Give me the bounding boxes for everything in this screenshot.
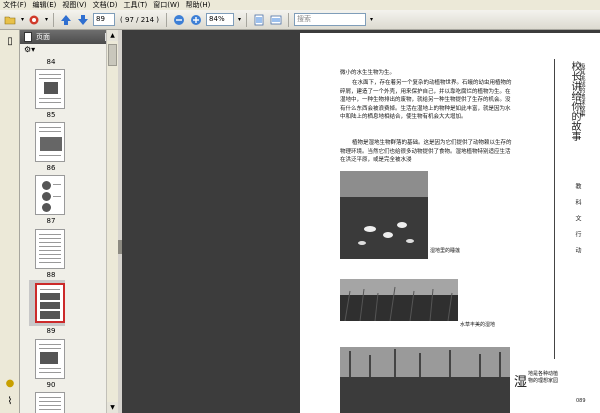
thumbnail-list: 84 85 86 87 88 89 90 (20, 56, 106, 413)
page-text-paragraph: 在水面下，存在着另一个复杂的动植物世界。石蛾的幼虫用植物的碎屑，建造了一个外壳，… (340, 80, 512, 120)
options-icon[interactable]: ⚙▾ (24, 45, 35, 54)
photo-wetland-forest (340, 347, 510, 413)
page-thumbnail[interactable] (35, 69, 65, 109)
thumbnail-label: 89 (46, 327, 56, 335)
scroll-down-icon[interactable]: ▼ (107, 402, 118, 413)
caption-initial: 湿 (514, 375, 528, 390)
document-viewer[interactable]: 微小的水生生物为生。 在水面下，存在着另一个复杂的动植物世界。石蛾的幼虫用植物的… (122, 30, 600, 413)
fit-page-icon (254, 14, 264, 25)
toolbar: ▾ ▾ 89 ( 97 / 214 ) 84% ▾ 搜索 ▾ (0, 10, 600, 30)
pages-panel-header: 页面 « (20, 30, 117, 44)
zoom-in-icon (191, 14, 202, 25)
comments-icon[interactable]: ● (4, 378, 16, 390)
zoom-in-button[interactable] (189, 13, 203, 27)
page-thumbnail[interactable] (35, 175, 65, 215)
panel-options[interactable]: ⚙▾ (20, 44, 117, 56)
photo-caption: 湿地里的睡莲 (430, 248, 461, 254)
fit-width-icon (270, 15, 282, 24)
chevron-down-icon[interactable]: ▾ (370, 16, 373, 23)
toolbar-separator (166, 12, 168, 27)
thumbnail-scrollbar[interactable]: ▲ ▼ (106, 30, 118, 413)
photo-caption: 水草丰美的湿地 (460, 322, 496, 328)
menu-window[interactable]: 窗口(W) (153, 0, 179, 10)
navigation-strip: ▯ ● ⌇ (0, 30, 20, 413)
thumbnail-label: 84 (46, 58, 56, 66)
thumbnail-label: 88 (46, 271, 56, 279)
zoom-level-input[interactable]: 84% (206, 13, 235, 26)
thumbnail-label: 90 (46, 381, 56, 389)
zoom-out-button[interactable] (172, 13, 186, 27)
menu-tools[interactable]: 工具(T) (124, 0, 148, 10)
pages-panel-title: 页面 (36, 33, 50, 41)
thumbnail-label: 85 (46, 111, 56, 119)
menu-view[interactable]: 视图(V) (62, 0, 86, 10)
fit-width-button[interactable] (269, 13, 283, 27)
water-lilies-image (340, 171, 428, 259)
page-thumbnail[interactable] (35, 392, 65, 413)
page-text-paragraph: 植物是湿地生物群落的基础。这是因为它们提供了动物赖以生存的物理环境。当然它们也给… (340, 140, 512, 163)
thumbnail-label: 87 (46, 217, 56, 225)
vertical-section-label: 教科文行动 (574, 183, 581, 263)
wetland-grass-image (340, 279, 458, 321)
page-thumbnail[interactable] (35, 229, 65, 269)
fit-page-button[interactable] (252, 13, 266, 27)
toolbar-separator (53, 12, 55, 27)
page-icon (24, 32, 32, 42)
page-thumbnail[interactable] (35, 339, 65, 379)
photo-water-lilies (340, 171, 428, 259)
toolbar-separator (288, 12, 290, 27)
arrow-up-icon (61, 14, 72, 25)
page-total: ( 97 / 214 ) (120, 15, 160, 24)
menu-document[interactable]: 文档(D) (93, 0, 118, 10)
create-pdf-button[interactable] (27, 13, 41, 27)
chevron-down-icon[interactable]: ▾ (21, 16, 24, 23)
page-text-paragraph: 微小的水生生物为生。 (340, 70, 396, 76)
scrollbar-thumb[interactable] (108, 44, 117, 66)
photo-wetland-grass (340, 279, 458, 321)
page-number-input[interactable]: 89 (93, 13, 116, 26)
pages-panel: 页面 « ⚙▾ 84 85 86 87 (20, 30, 118, 413)
thumbnail-label: 86 (46, 164, 56, 172)
menu-file[interactable]: 文件(F) (3, 0, 27, 10)
menu-bar: 文件(F) 编辑(E) 视图(V) 文档(D) 工具(T) 窗口(W) 帮助(H… (0, 0, 600, 10)
attachment-icon[interactable]: ⌇ (4, 396, 16, 408)
previous-page-button[interactable] (59, 13, 73, 27)
wetland-forest-image (340, 347, 510, 413)
document-page: 微小的水生生物为生。 在水面下，存在着另一个复杂的动植物世界。石蛾的幼虫用植物的… (300, 33, 600, 413)
menu-edit[interactable]: 编辑(E) (33, 0, 57, 10)
photo-caption: 地是各种动植物的理想家园 (528, 371, 559, 384)
scroll-up-icon[interactable]: ▲ (107, 30, 118, 41)
page-number: 089 (576, 398, 586, 404)
arrow-down-icon (78, 14, 89, 25)
page-thumbnail[interactable] (35, 122, 65, 162)
folder-open-icon (4, 16, 16, 24)
search-input[interactable]: 搜索 (294, 13, 367, 26)
vertical-book-subtitle: 极其挑战的地球故事 (578, 63, 585, 117)
menu-help[interactable]: 帮助(H) (186, 0, 211, 10)
page-thumbnail-selected[interactable] (35, 283, 65, 323)
create-pdf-icon (29, 15, 39, 24)
toolbar-separator (246, 12, 248, 27)
chevron-down-icon[interactable]: ▾ (45, 16, 48, 23)
next-page-button[interactable] (76, 13, 90, 27)
open-file-button[interactable] (3, 13, 17, 27)
zoom-out-icon (174, 14, 185, 25)
pages-icon[interactable]: ▯ (4, 36, 16, 48)
chevron-down-icon[interactable]: ▾ (238, 16, 241, 23)
